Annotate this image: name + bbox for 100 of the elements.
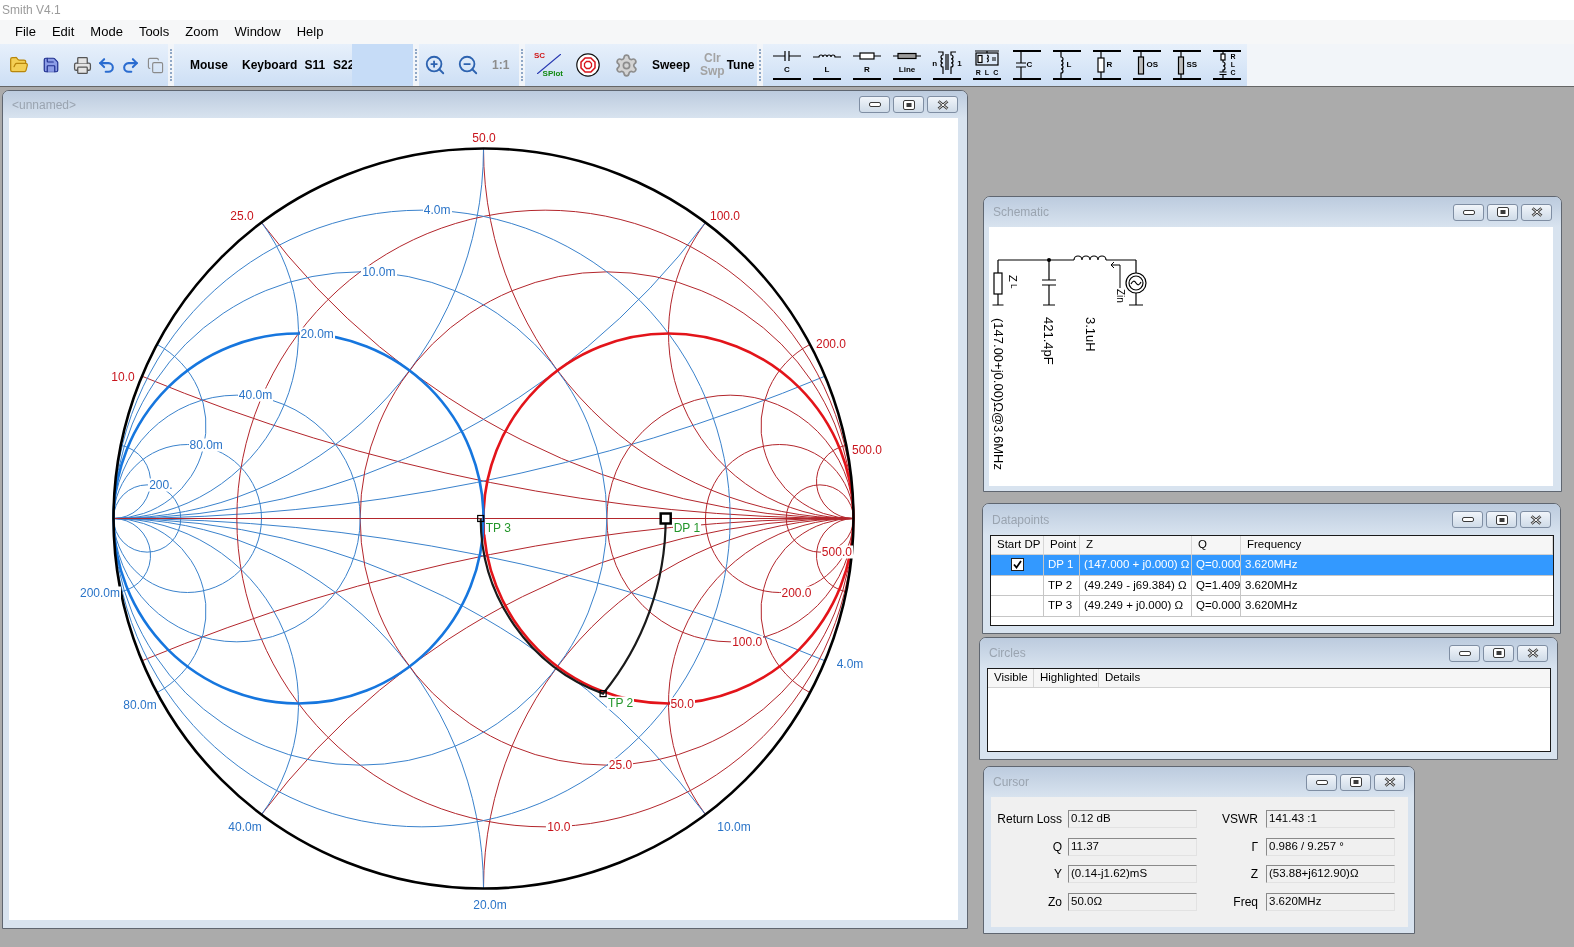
susceptance-label: 40.0m — [227, 820, 263, 833]
point-label: TP 3 — [484, 521, 512, 534]
zoom-out-button[interactable] — [456, 53, 480, 77]
close-button[interactable] — [1520, 511, 1551, 528]
sweep-button[interactable]: Tune — [726, 58, 755, 72]
series-resistor-button[interactable]: R — [847, 50, 887, 80]
table-cell: (49.249 - j69.384) Ω — [1080, 575, 1192, 595]
restore-icon — [902, 99, 915, 110]
settings-button[interactable] — [613, 52, 639, 78]
column-header[interactable]: Frequency — [1241, 536, 1553, 554]
inductor-symbol — [1073, 255, 1107, 261]
readout-field[interactable]: 0.12 dB — [1068, 810, 1197, 828]
readout-field[interactable]: (53.88+j612.90)Ω — [1266, 865, 1395, 883]
zoom-in-button[interactable] — [423, 53, 447, 77]
column-header[interactable]: Start DP — [991, 536, 1044, 554]
point-label: TP 2 — [607, 696, 635, 710]
minimize-button[interactable] — [1306, 773, 1337, 791]
ac-source-symbol — [1125, 259, 1147, 306]
table-cell-text: 3.620MHz — [1244, 598, 1299, 614]
capacitor-icon — [773, 50, 801, 62]
shunt-capacitor-button[interactable]: C — [1007, 50, 1047, 80]
table-cell: TP 2 — [1044, 575, 1080, 595]
input-arrow — [1110, 261, 1121, 289]
reactance-label: 500.0 — [851, 443, 883, 456]
plot-toggle-button[interactable]: SC SPlot — [533, 51, 563, 79]
table-row[interactable]: TP 2 (49.249 - j69.384) Ω Q=1.409 3.620MHz — [991, 575, 1553, 596]
checkbox[interactable] — [1010, 558, 1024, 572]
minimize-button[interactable] — [1449, 644, 1480, 662]
target-button[interactable] — [575, 52, 601, 78]
minimize-button[interactable] — [1453, 203, 1484, 221]
mode-button[interactable]: S11 — [304, 53, 326, 77]
restore-icon — [1496, 207, 1509, 217]
field-label: Freq — [1233, 893, 1258, 911]
menu-item[interactable]: Help — [288, 22, 332, 42]
transmission-line-icon — [893, 50, 921, 62]
readout-field[interactable]: 50.0Ω — [1068, 892, 1197, 911]
mode-button[interactable]: Mouse — [190, 53, 228, 77]
field-label: Q — [1052, 838, 1062, 856]
resistor-icon — [1095, 52, 1106, 78]
close-icon — [1383, 777, 1396, 787]
table-cell: Q=0.000 — [1192, 596, 1241, 616]
column-header[interactable]: Q — [1192, 536, 1241, 554]
data-point-marker[interactable] — [599, 690, 607, 698]
data-point-marker[interactable] — [659, 512, 672, 525]
transmission-line-button[interactable]: Line — [887, 50, 927, 80]
settings-icon — [613, 52, 639, 78]
minimize-icon — [1458, 650, 1471, 656]
readout-field[interactable]: 3.620MHz — [1266, 892, 1395, 911]
restore-button[interactable] — [1483, 644, 1514, 662]
close-icon — [936, 99, 949, 110]
reactance-label: 10.0 — [110, 370, 136, 383]
close-button[interactable] — [1374, 773, 1405, 791]
restore-button[interactable] — [1486, 511, 1517, 528]
readout-field[interactable]: 0.986 / 9.257 ° — [1266, 837, 1395, 856]
close-button[interactable] — [1517, 644, 1548, 662]
minimize-button[interactable] — [1452, 511, 1483, 528]
input-impedance-label: Zin — [1115, 289, 1126, 303]
mode-button[interactable]: Keyboard — [242, 53, 298, 77]
capacitance-label: 421.4pF — [1041, 317, 1056, 365]
shunt-inductor-button[interactable]: L — [1047, 50, 1087, 80]
column-header[interactable]: Z — [1080, 536, 1192, 554]
minimize-icon — [1462, 209, 1475, 215]
shunt-resistor-button[interactable]: R — [1087, 50, 1127, 80]
susceptance-label: 200.0m — [79, 586, 121, 599]
menu-item[interactable]: File — [7, 22, 44, 42]
restore-button[interactable] — [893, 96, 924, 113]
susceptance-label: 4.0m — [835, 657, 865, 670]
table-cell: TP 3 — [1044, 596, 1080, 616]
menu-item[interactable]: Edit — [43, 22, 83, 42]
minimize-button[interactable] — [859, 96, 890, 113]
column-header[interactable]: Details — [1105, 669, 1141, 687]
series-inductor-button[interactable]: L — [807, 50, 847, 80]
menu-item[interactable]: Mode — [82, 22, 131, 42]
column-header[interactable]: Highlighted — [1040, 669, 1098, 687]
transformer-button[interactable]: n 1 — [927, 50, 967, 80]
readout-field[interactable]: (0.14-j1.62)mS — [1068, 865, 1197, 883]
conductance-label: 4.0m — [422, 203, 452, 217]
resistor-icon — [853, 50, 881, 62]
readout-field[interactable]: 141.43 :1 — [1266, 810, 1395, 828]
menu-item[interactable]: Window — [226, 22, 289, 42]
window-title: Schematic — [993, 204, 1050, 221]
readout-field[interactable]: 11.37 — [1068, 837, 1197, 856]
sweep-button[interactable]: Sweep — [652, 58, 690, 72]
restore-button[interactable] — [1487, 203, 1518, 221]
close-icon — [1529, 514, 1542, 525]
column-header[interactable]: Visible — [994, 669, 1028, 687]
series-capacitor-button[interactable]: C — [767, 50, 807, 80]
close-button[interactable] — [927, 96, 958, 113]
table-row[interactable]: TP 3 (49.249 + j0.000) Ω Q=0.000 3.620MHz — [991, 596, 1553, 617]
column-header[interactable]: Point — [1044, 536, 1080, 554]
data-point-marker[interactable] — [477, 514, 485, 523]
close-icon — [1526, 648, 1539, 658]
restore-button[interactable] — [1340, 773, 1371, 791]
close-button[interactable] — [1521, 203, 1552, 221]
short-stub-button[interactable]: SS — [1167, 50, 1207, 80]
junction-dot — [1047, 258, 1051, 262]
stub-icon — [1175, 52, 1186, 78]
menu-item[interactable]: Tools — [130, 22, 178, 42]
open-stub-button[interactable]: OS — [1127, 50, 1167, 80]
menu-item[interactable]: Zoom — [177, 22, 227, 42]
